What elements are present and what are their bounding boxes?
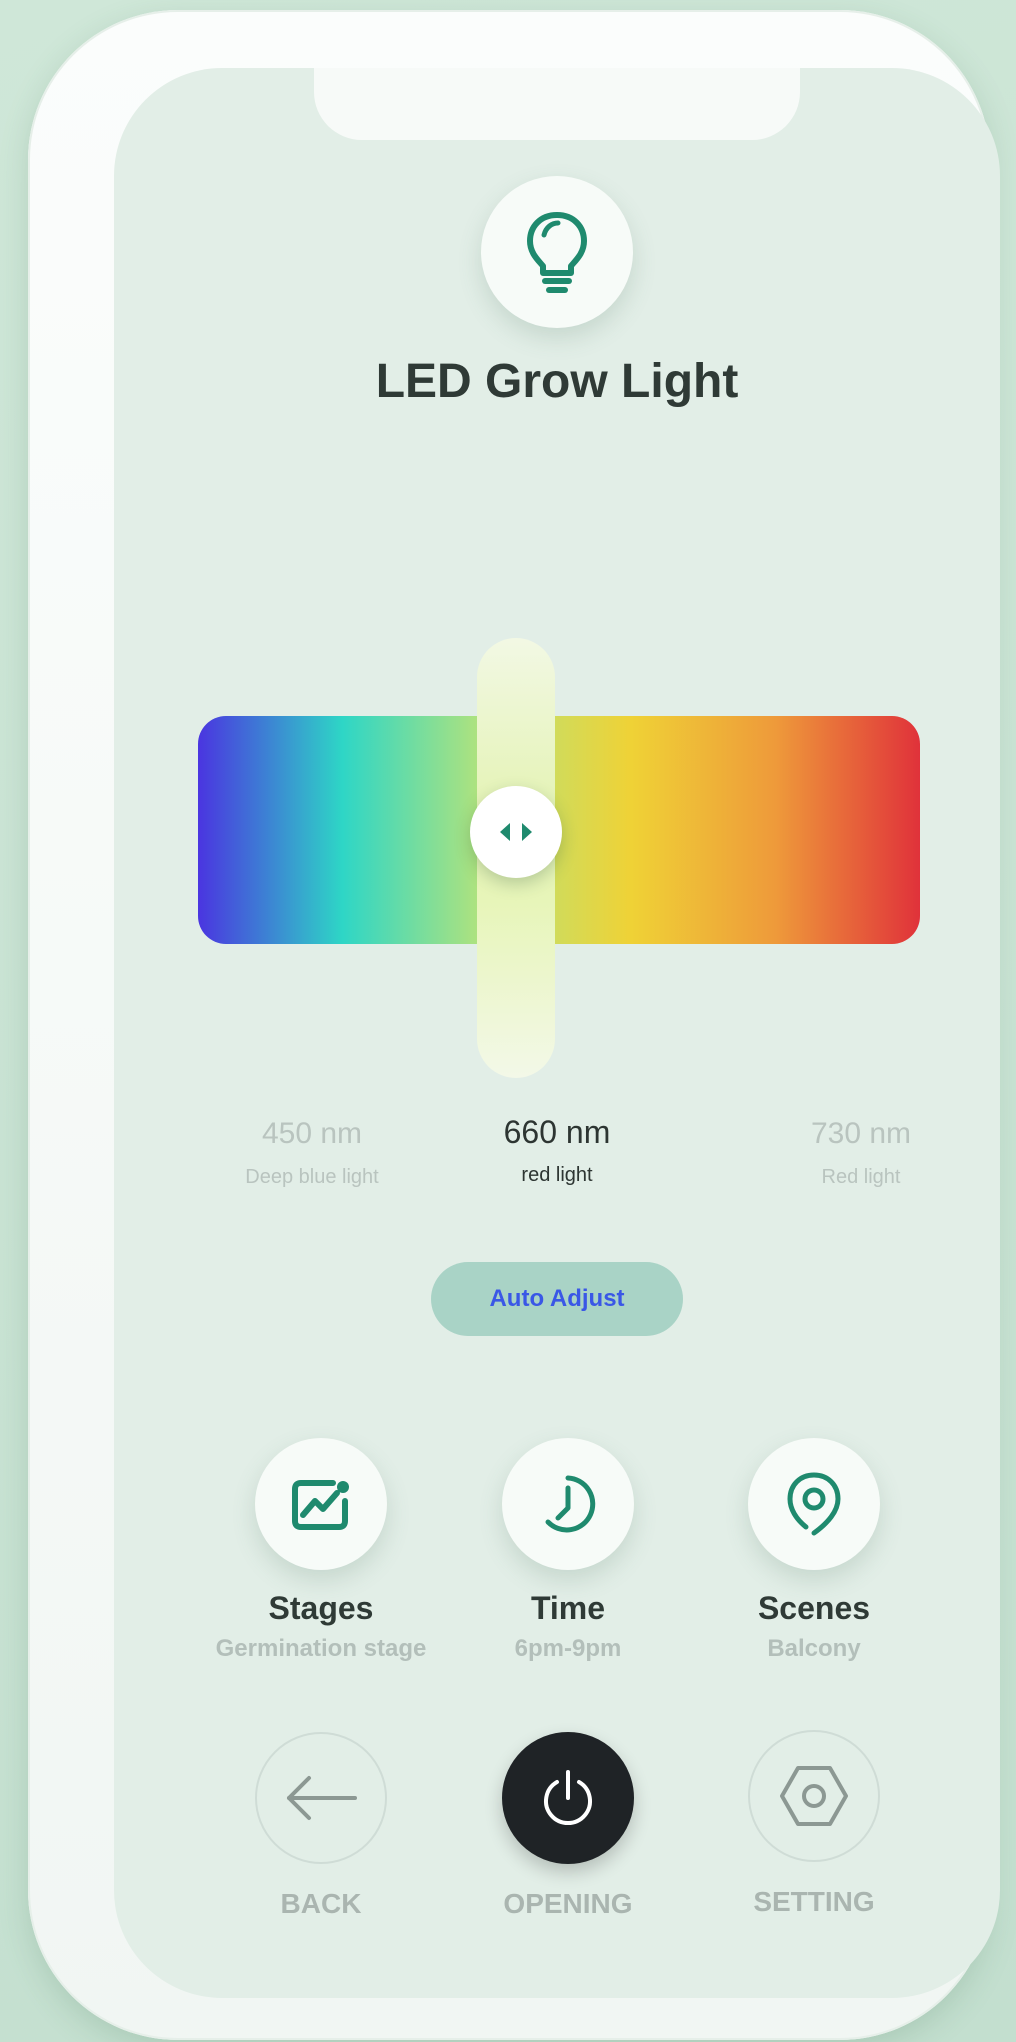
time-feature[interactable]: Time 6pm-9pm (458, 1438, 678, 1665)
back-button[interactable] (255, 1732, 387, 1864)
location-pin-icon (786, 1471, 842, 1537)
wavelength-label: Red light (821, 1166, 901, 1188)
hexagon-nut-icon (778, 1764, 850, 1828)
wavelength-option-450[interactable]: 450 nm Deep blue light (192, 1114, 432, 1192)
time-button[interactable] (502, 1438, 634, 1570)
phone-frame: LED Grow Light 450 nm Deep blue light 66… (28, 10, 1000, 2040)
clock-icon (536, 1472, 600, 1536)
setting-button[interactable] (748, 1730, 880, 1862)
wavelength-label: Deep blue light (245, 1166, 379, 1188)
lightbulb-button[interactable] (481, 176, 633, 328)
time-value: 6pm-9pm (514, 1635, 622, 1662)
power-icon (540, 1768, 596, 1828)
page-title: LED Grow Light (375, 355, 739, 408)
auto-adjust-button[interactable]: Auto Adjust (431, 1262, 683, 1336)
power-nav[interactable]: OPENING (458, 1732, 678, 1920)
stages-value: Germination stage (215, 1635, 427, 1662)
drag-arrows-icon (496, 820, 536, 844)
wavelength-value: 730 nm (810, 1117, 912, 1150)
chart-icon (289, 1475, 353, 1533)
wavelength-value: 660 nm (503, 1114, 611, 1150)
time-label: Time (530, 1590, 606, 1626)
wavelength-label: red light (521, 1164, 593, 1186)
scenes-feature[interactable]: Scenes Balcony (704, 1438, 924, 1665)
stages-feature[interactable]: Stages Germination stage (211, 1438, 431, 1665)
screen: LED Grow Light 450 nm Deep blue light 66… (114, 68, 1000, 1998)
stages-label: Stages (268, 1590, 374, 1626)
setting-nav[interactable]: SETTING (704, 1730, 924, 1918)
arrow-left-icon (283, 1774, 359, 1822)
scenes-label: Scenes (757, 1590, 871, 1626)
wavelength-value: 450 nm (261, 1117, 363, 1150)
back-nav[interactable]: BACK (211, 1732, 431, 1920)
power-label: OPENING (503, 1888, 633, 1919)
scenes-value: Balcony (767, 1635, 861, 1662)
phone-notch (314, 68, 800, 140)
wavelength-slider-handle[interactable] (469, 786, 562, 878)
power-button[interactable] (502, 1732, 634, 1864)
wavelength-option-660[interactable]: 660 nm red light (437, 1112, 677, 1190)
scenes-button[interactable] (748, 1438, 880, 1570)
setting-label: SETTING (753, 1886, 875, 1917)
stages-button[interactable] (255, 1438, 387, 1570)
wavelength-option-730[interactable]: 730 nm Red light (741, 1114, 981, 1192)
lightbulb-icon (522, 209, 592, 295)
back-label: BACK (280, 1888, 362, 1919)
